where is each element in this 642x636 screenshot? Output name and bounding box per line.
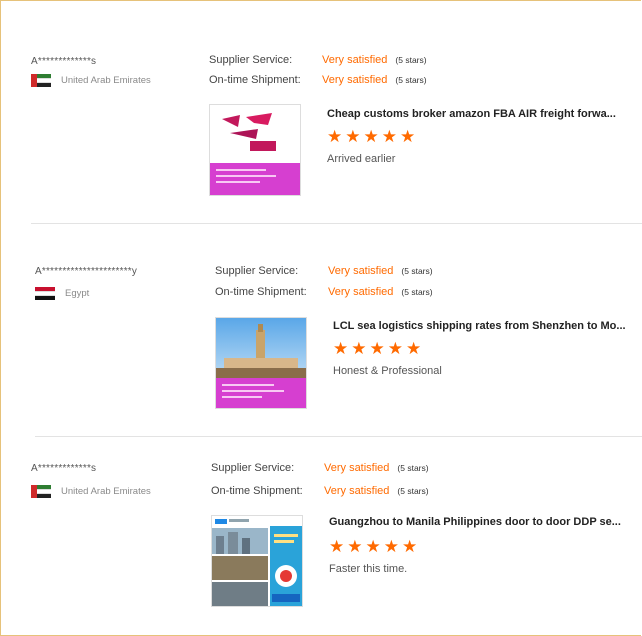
product-thumbnail[interactable] <box>211 515 303 607</box>
supplier-service-rating: Supplier Service: Very satisfied (5 star… <box>215 265 433 277</box>
star-icon: ★ <box>345 127 361 146</box>
supplier-service-rating: Supplier Service: Very satisfied (5 star… <box>211 462 429 474</box>
uae-flag-icon <box>31 74 51 87</box>
rating-value: Very satisfied <box>328 265 394 277</box>
egypt-flag-icon <box>35 287 55 300</box>
rating-value: Very satisfied <box>322 54 388 66</box>
rating-label: On-time Shipment: <box>211 485 303 497</box>
product-thumbnail[interactable] <box>215 317 307 409</box>
star-rating: ★ ★ ★ ★ ★ <box>333 340 421 357</box>
product-image <box>216 318 306 408</box>
product-thumbnail[interactable] <box>209 104 301 196</box>
review-comment: Honest & Professional <box>333 365 442 377</box>
star-icon: ★ <box>400 127 416 146</box>
rating-value: Very satisfied <box>322 74 388 86</box>
rating-label: Supplier Service: <box>209 54 293 66</box>
product-image <box>210 105 300 195</box>
star-icon: ★ <box>381 127 397 146</box>
product-title-link[interactable]: Cheap customs broker amazon FBA AIR frei… <box>327 108 616 120</box>
star-icon: ★ <box>369 339 385 358</box>
buyer-country: United Arab Emirates <box>31 74 151 87</box>
star-icon: ★ <box>327 127 343 146</box>
on-time-shipment-rating: On-time Shipment: Very satisfied (5 star… <box>215 286 433 298</box>
rating-stars-text: (5 stars) <box>397 486 429 496</box>
star-rating: ★ ★ ★ ★ ★ <box>327 128 415 145</box>
review-divider <box>31 223 642 224</box>
rating-label: Supplier Service: <box>211 462 295 474</box>
star-icon: ★ <box>402 537 418 556</box>
country-name: United Arab Emirates <box>61 75 151 86</box>
star-icon: ★ <box>363 127 379 146</box>
star-icon: ★ <box>351 339 367 358</box>
rating-value: Very satisfied <box>324 462 390 474</box>
star-icon: ★ <box>329 537 345 556</box>
country-name: Egypt <box>65 288 90 299</box>
star-icon: ★ <box>365 537 381 556</box>
star-icon: ★ <box>383 537 399 556</box>
buyer-name: A*************s <box>31 56 97 67</box>
product-title-link[interactable]: Guangzhou to Manila Philippines door to … <box>329 516 621 528</box>
buyer-name: A*************s <box>31 463 97 474</box>
on-time-shipment-rating: On-time Shipment: Very satisfied (5 star… <box>209 74 427 86</box>
review-comment: Arrived earlier <box>327 153 396 165</box>
buyer-country: United Arab Emirates <box>31 485 151 498</box>
on-time-shipment-rating: On-time Shipment: Very satisfied (5 star… <box>211 485 429 497</box>
rating-stars-text: (5 stars) <box>401 287 433 297</box>
supplier-service-rating: Supplier Service: Very satisfied (5 star… <box>209 54 427 66</box>
rating-label: On-time Shipment: <box>215 286 307 298</box>
star-icon: ★ <box>406 339 422 358</box>
rating-stars-text: (5 stars) <box>395 75 427 85</box>
rating-value: Very satisfied <box>328 286 394 298</box>
star-icon: ★ <box>333 339 349 358</box>
country-name: United Arab Emirates <box>61 486 151 497</box>
rating-label: Supplier Service: <box>215 265 299 277</box>
rating-stars-text: (5 stars) <box>401 266 433 276</box>
buyer-country: Egypt <box>35 287 89 300</box>
reviews-panel: A*************s United Arab Emirates Sup… <box>0 0 642 636</box>
rating-value: Very satisfied <box>324 485 390 497</box>
review-comment: Faster this time. <box>329 563 408 575</box>
rating-label: On-time Shipment: <box>209 74 301 86</box>
star-icon: ★ <box>387 339 403 358</box>
review-divider <box>35 436 642 437</box>
product-image <box>212 516 302 606</box>
star-rating: ★ ★ ★ ★ ★ <box>329 538 417 555</box>
rating-stars-text: (5 stars) <box>397 463 429 473</box>
star-icon: ★ <box>347 537 363 556</box>
rating-stars-text: (5 stars) <box>395 55 427 65</box>
uae-flag-icon <box>31 485 51 498</box>
buyer-name: A**********************y <box>35 266 138 277</box>
product-title-link[interactable]: LCL sea logistics shipping rates from Sh… <box>333 320 626 332</box>
